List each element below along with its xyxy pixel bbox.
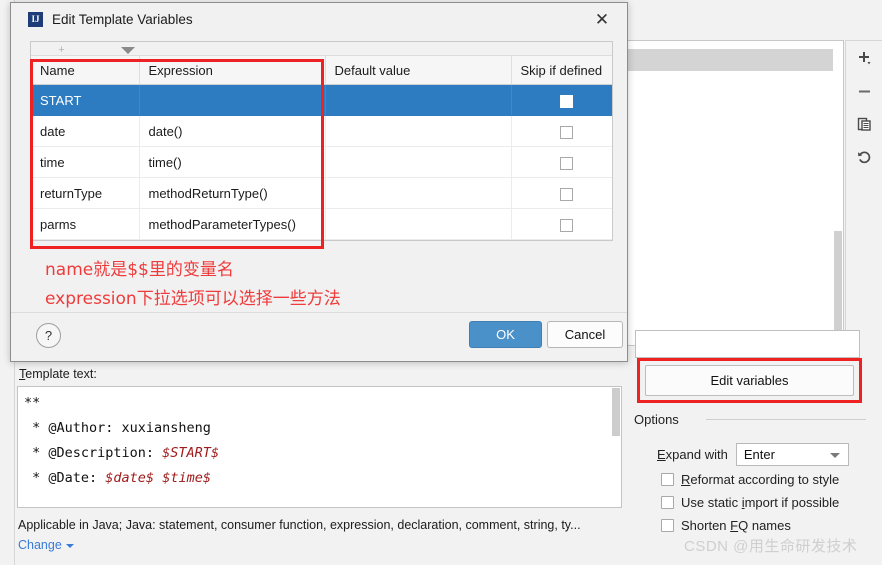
cell-name[interactable]: date: [31, 115, 140, 147]
cell-expression[interactable]: methodParameterTypes(): [139, 208, 326, 240]
table-row[interactable]: date date(): [31, 115, 612, 147]
checkbox-reformat-according-to-style[interactable]: Reformat according to style: [661, 472, 839, 487]
variables-table-card: + Name Expression Default value Skip if …: [30, 41, 613, 241]
cell-name[interactable]: parms: [31, 208, 140, 240]
checkbox-shorten-fq-names[interactable]: Shorten FQ names: [661, 518, 791, 533]
table-row[interactable]: parms methodParameterTypes(): [31, 208, 612, 240]
ok-button[interactable]: OK: [469, 321, 542, 348]
edit-variables-button[interactable]: Edit variables: [645, 365, 854, 396]
chevron-down-icon: [65, 544, 74, 548]
table-row[interactable]: time time(): [31, 146, 612, 178]
template-list-toolbar[interactable]: [845, 40, 882, 346]
applicable-context-text: Applicable in Java; Java: statement, con…: [18, 518, 581, 532]
cell-default-value[interactable]: [325, 115, 512, 147]
add-icon[interactable]: +: [57, 45, 66, 56]
table-header-row: Name Expression Default value Skip if de…: [31, 56, 612, 85]
cell-expression[interactable]: date(): [139, 115, 326, 147]
expand-with-label: Expand with: [657, 447, 728, 462]
checkbox-box[interactable]: [560, 187, 573, 201]
change-link-label: Change: [18, 538, 62, 552]
checkbox-box[interactable]: [661, 473, 674, 486]
checkbox-label: Shorten FQ names: [681, 518, 791, 533]
intellij-idea-icon: IJ: [28, 12, 43, 27]
template-text-content: ** * @Author: xuxiansheng * @Description…: [18, 387, 621, 491]
table-row[interactable]: returnType methodReturnType(): [31, 177, 612, 209]
template-abbreviation-field[interactable]: [635, 330, 860, 358]
checkbox-box[interactable]: [560, 156, 573, 170]
cell-name[interactable]: returnType: [31, 177, 140, 209]
close-icon[interactable]: ✕: [591, 10, 613, 30]
options-group-divider: [706, 419, 866, 420]
checkbox-box[interactable]: [661, 519, 674, 532]
table-row[interactable]: START: [31, 84, 612, 116]
dialog-title: Edit Template Variables: [52, 12, 193, 27]
template-line-2: * @Author: xuxiansheng: [24, 420, 211, 436]
column-header-expression[interactable]: Expression: [139, 56, 326, 85]
edit-template-variables-dialog: IJ Edit Template Variables ✕ + Name Expr…: [10, 2, 628, 362]
checkbox-label: Use static import if possible: [681, 495, 840, 510]
column-header-skip-if-defined[interactable]: Skip if defined: [511, 56, 612, 85]
cell-default-value[interactable]: [325, 177, 512, 209]
expand-with-row: Expand with Enter: [657, 443, 849, 466]
chevron-down-icon[interactable]: [121, 47, 135, 54]
cell-expression[interactable]: [139, 84, 326, 116]
expand-with-value: Enter: [743, 447, 775, 462]
add-icon[interactable]: [852, 47, 876, 69]
template-text-scrollbar-thumb[interactable]: [612, 388, 620, 436]
template-list-scrollbar[interactable]: [833, 41, 843, 345]
template-text-editor[interactable]: ** * @Author: xuxiansheng * @Description…: [17, 386, 622, 508]
template-var-date: $date$: [105, 470, 155, 486]
variables-table-toolbar[interactable]: +: [31, 42, 612, 56]
cell-default-value[interactable]: [325, 84, 512, 116]
cell-skip-if-defined[interactable]: [511, 146, 612, 178]
template-list-scrollbar-thumb[interactable]: [834, 231, 842, 341]
remove-icon[interactable]: [852, 80, 876, 102]
dialog-title-bar: IJ Edit Template Variables ✕: [11, 3, 627, 37]
expand-with-select[interactable]: Enter: [735, 443, 849, 466]
cell-skip-if-defined[interactable]: [511, 177, 612, 209]
cell-default-value[interactable]: [325, 208, 512, 240]
annotation-line-1: name就是$$里的变量名: [45, 260, 234, 280]
change-context-link[interactable]: Change: [18, 538, 74, 552]
checkbox-box[interactable]: [560, 94, 573, 108]
cell-skip-if-defined[interactable]: [511, 115, 612, 147]
annotation-line-2: expression下拉选项可以选择一些方法: [45, 289, 341, 309]
cell-default-value[interactable]: [325, 146, 512, 178]
cell-skip-if-defined[interactable]: [511, 84, 612, 116]
dialog-footer: ? OK Cancel: [11, 312, 627, 361]
template-line-1: **: [24, 395, 41, 411]
checkbox-label: Reformat according to style: [681, 472, 840, 487]
checkbox-box[interactable]: [560, 218, 573, 232]
annotation-text: name就是$$里的变量名 expression下拉选项可以选择一些方法: [45, 256, 341, 314]
cell-name[interactable]: time: [31, 146, 140, 178]
template-list-selected-row[interactable]: [616, 49, 843, 71]
checkbox-box[interactable]: [560, 125, 573, 139]
checkbox-box[interactable]: [661, 496, 674, 509]
cell-skip-if-defined[interactable]: [511, 208, 612, 240]
template-line-4-prefix: * @Date:: [24, 470, 106, 486]
cell-name[interactable]: START: [31, 84, 140, 116]
copy-icon[interactable]: [852, 113, 876, 135]
column-header-default-value[interactable]: Default value: [325, 56, 512, 85]
revert-icon[interactable]: [852, 146, 876, 168]
template-var-start: $START$: [162, 445, 220, 461]
variables-table: Name Expression Default value Skip if de…: [31, 56, 612, 240]
chevron-down-icon: [829, 453, 840, 458]
template-text-label: Template text:: [19, 367, 97, 381]
options-group-label: Options: [634, 412, 685, 427]
template-list-panel[interactable]: [615, 40, 844, 346]
template-var-time: $time$: [162, 470, 211, 486]
csdn-watermark: CSDN @用生命研发技术: [684, 538, 858, 555]
column-header-name[interactable]: Name: [31, 56, 140, 85]
cancel-button[interactable]: Cancel: [547, 321, 623, 348]
template-line-3-prefix: * @Description:: [24, 445, 163, 461]
cell-expression[interactable]: time(): [139, 146, 326, 178]
checkbox-use-static-import[interactable]: Use static import if possible: [661, 495, 839, 510]
help-button[interactable]: ?: [36, 323, 61, 348]
cell-expression[interactable]: methodReturnType(): [139, 177, 326, 209]
